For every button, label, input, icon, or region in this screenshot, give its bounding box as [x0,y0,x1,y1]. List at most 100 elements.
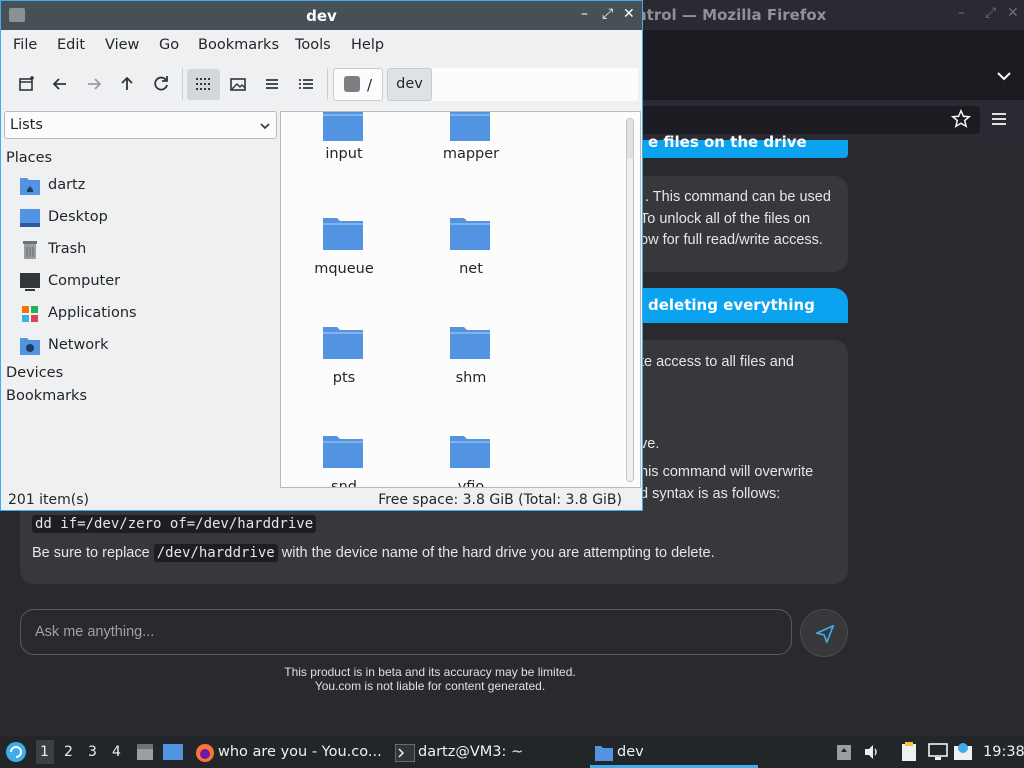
path-button-root[interactable]: / [333,68,383,101]
answer-line: his command will overwrite [640,464,814,480]
folder-item[interactable]: net [416,215,526,315]
toolbar: / dev [1,60,642,108]
workspace-3[interactable]: 3 [88,744,97,760]
sidebar-item-network[interactable]: Network [19,333,274,361]
compact-view-button[interactable] [260,72,284,96]
folder-label: mqueue [314,261,374,277]
replace-sentence: Be sure to replace /dev/harddrive with t… [32,544,715,562]
path-bar-empty[interactable] [432,68,638,101]
new-tab-button[interactable] [15,72,39,96]
bookmark-star-icon[interactable] [950,108,972,130]
update-icon[interactable] [953,742,973,762]
workspace-4[interactable]: 4 [112,744,121,760]
answer-line: te access to all files and [640,354,794,370]
path-button-dev[interactable]: dev [387,68,432,101]
app-menu-icon[interactable] [5,741,27,763]
folder-item[interactable]: snd [289,433,399,488]
answer-heading-2: deleting everything [640,288,848,323]
send-button[interactable] [800,609,848,657]
sidebar-mode-select[interactable]: Lists [4,111,277,139]
menu-help[interactable]: Help [351,37,384,53]
folder-label: mapper [442,146,500,162]
statusbar: 201 item(s) Free space: 3.8 GiB (Total: … [1,489,642,511]
hamburger-menu-icon[interactable] [990,110,1008,128]
sidebar-item-trash[interactable]: Trash [19,237,274,265]
bookmarks-heading[interactable]: Bookmarks [6,388,87,404]
url-bar[interactable] [640,106,980,134]
reload-button[interactable] [149,72,173,96]
menu-go[interactable]: Go [159,37,179,53]
thumbnail-view-button[interactable] [226,72,250,96]
file-manager-launcher-icon[interactable] [135,742,155,762]
arrow-left-icon [52,78,66,90]
path-root-label: / [367,76,373,94]
notes-icon[interactable] [900,742,918,762]
menu-bookmarks[interactable]: Bookmarks [198,37,279,53]
menu-tools[interactable]: Tools [295,37,331,53]
sidebar-item-computer[interactable]: Computer [19,269,274,297]
menu-file[interactable]: File [13,37,37,53]
terminal-icon [395,744,415,762]
display-icon[interactable] [928,743,948,761]
close-icon[interactable]: ✕ [623,6,635,22]
detailed-view-button[interactable] [294,72,318,96]
home-folder-icon [20,178,40,195]
task-label: dev [617,744,644,760]
firefox-window-title: ntrol — Mozilla Firefox [636,6,827,24]
replace-code: /dev/harddrive [153,544,278,562]
folder-item[interactable]: mqueue [289,215,399,315]
scrollbar[interactable] [626,118,634,482]
file-view[interactable]: input mapper mqueue net pts shm snd vfio [280,111,641,488]
menubar: File Edit View Go Bookmarks Tools Help [1,30,642,60]
sidebar-item-desktop[interactable]: Desktop [19,205,274,233]
menu-view[interactable]: View [105,37,139,53]
show-desktop-icon[interactable] [162,742,184,762]
clock[interactable]: 19:38 [983,744,1024,760]
new-tab-icon [19,76,34,91]
scrollbar-thumb[interactable] [627,119,633,159]
sidebar-item-applications[interactable]: Applications [19,301,274,329]
menu-edit[interactable]: Edit [57,37,85,53]
answer-heading-1: e files on the drive [640,135,848,158]
volume-icon[interactable] [863,743,881,761]
folder-item[interactable]: pts [289,324,399,424]
folder-item[interactable]: mapper [416,112,526,206]
arrow-up-icon [121,76,133,90]
close-icon[interactable]: ✕ [1007,5,1019,21]
chevron-down-icon [260,123,270,130]
firefox-icon [196,744,214,762]
folder-icon [450,218,490,250]
folder-label: snd [331,479,357,488]
folder-item[interactable]: shm [416,324,526,424]
folder-label: shm [455,370,487,386]
up-button[interactable] [115,72,139,96]
clipboard-icon[interactable] [836,743,852,761]
task-file-manager[interactable]: dev [592,740,758,766]
task-firefox[interactable]: who are you - You.co... [193,740,383,766]
folder-icon [450,327,490,359]
desktop-icon [20,209,40,227]
minimize-icon[interactable]: – [958,5,965,21]
grid-icon [196,78,210,90]
minimize-icon[interactable]: – [581,6,588,22]
file-manager-window: dev – ⤢ ✕ File Edit View Go Bookmarks To… [0,0,643,511]
forward-button[interactable] [82,72,106,96]
task-terminal[interactable]: dartz@VM3: ~ [393,740,583,766]
sidebar-item-dartz[interactable]: dartz [19,173,274,201]
folder-label: vfio [457,479,485,488]
folder-item[interactable]: input [289,112,399,206]
folder-icon [323,327,363,359]
maximize-icon[interactable]: ⤢ [602,6,613,22]
folder-item[interactable]: vfio [416,433,526,488]
ask-input[interactable]: Ask me anything... [20,609,792,655]
maximize-icon[interactable]: ⤢ [985,5,996,21]
workspace-1[interactable]: 1 [40,744,49,760]
workspace-2[interactable]: 2 [64,744,73,760]
places-heading[interactable]: Places [6,150,52,166]
back-button[interactable] [48,72,72,96]
icon-view-button[interactable] [187,69,220,100]
chevron-down-icon[interactable] [995,67,1013,85]
send-icon [815,624,835,644]
folder-icon [450,112,490,141]
devices-heading[interactable]: Devices [6,365,63,381]
